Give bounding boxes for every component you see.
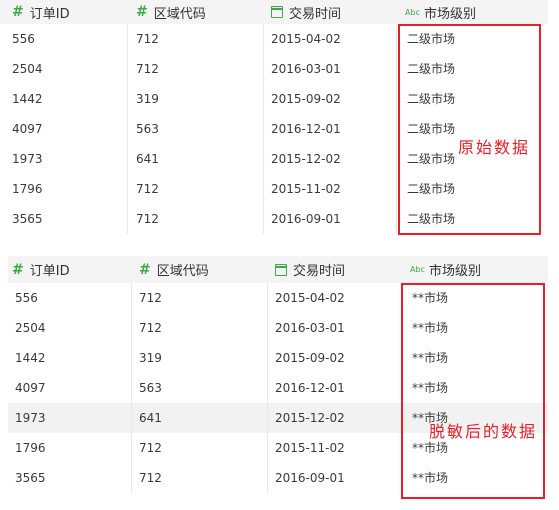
number-icon: # <box>139 261 151 278</box>
cell-trade-time: 2015-09-02 <box>271 92 341 106</box>
column-header-trade-time[interactable]: 交易时间 <box>275 256 345 283</box>
column-header-trade-time[interactable]: 交易时间 <box>271 0 341 24</box>
cell-order-id: 2504 <box>15 321 46 335</box>
cell-trade-time: 2015-11-02 <box>275 441 345 455</box>
number-icon: # <box>12 4 24 20</box>
original-data-annotation: 原始数据 <box>458 138 531 157</box>
column-divider <box>263 24 264 234</box>
column-label: 市场级别 <box>423 6 476 22</box>
column-label: 区域代码 <box>153 6 206 22</box>
cell-region-code: 712 <box>139 471 162 485</box>
text-abc-icon: Abc <box>410 265 425 274</box>
cell-region-code: 563 <box>136 122 159 136</box>
column-divider <box>267 283 268 493</box>
cell-trade-time: 2015-11-02 <box>271 182 341 196</box>
column-header-market-level[interactable]: Abc 市场级别 <box>405 0 476 24</box>
cell-order-id: 1796 <box>12 182 43 196</box>
cell-trade-time: 2016-09-01 <box>271 212 341 226</box>
cell-order-id: 556 <box>12 32 35 46</box>
column-header-region-code[interactable]: # 区域代码 <box>136 0 206 24</box>
cell-order-id: 556 <box>15 291 38 305</box>
text-abc-icon: Abc <box>405 7 420 17</box>
cell-order-id: 1442 <box>15 351 46 365</box>
column-label: 交易时间 <box>293 264 346 279</box>
number-icon: # <box>12 261 24 278</box>
column-header-region-code[interactable]: # 区域代码 <box>139 256 209 283</box>
number-icon: # <box>136 4 148 20</box>
cell-region-code: 712 <box>136 62 159 76</box>
cell-region-code: 712 <box>139 441 162 455</box>
calendar-icon <box>271 6 283 18</box>
cell-region-code: 712 <box>136 212 159 226</box>
cell-trade-time: 2016-03-01 <box>271 62 341 76</box>
cell-region-code: 319 <box>136 92 159 106</box>
cell-order-id: 1973 <box>12 152 43 166</box>
cell-region-code: 712 <box>136 182 159 196</box>
masked-table-header: # 订单ID # 区域代码 交易时间 Abc 市场级别 <box>8 256 548 283</box>
cell-trade-time: 2015-12-02 <box>275 411 345 425</box>
column-header-market-level[interactable]: Abc 市场级别 <box>410 256 481 283</box>
original-table-header: # 订单ID # 区域代码 交易时间 Abc 市场级别 <box>0 0 548 24</box>
column-label: 区域代码 <box>156 264 209 279</box>
cell-region-code: 563 <box>139 381 162 395</box>
cell-order-id: 3565 <box>12 212 43 226</box>
cell-trade-time: 2015-04-02 <box>275 291 345 305</box>
cell-order-id: 1442 <box>12 92 43 106</box>
column-header-order-id[interactable]: # 订单ID <box>12 0 70 24</box>
cell-trade-time: 2016-12-01 <box>275 381 345 395</box>
cell-order-id: 4097 <box>12 122 43 136</box>
cell-order-id: 3565 <box>15 471 46 485</box>
cell-order-id: 4097 <box>15 381 46 395</box>
cell-trade-time: 2015-12-02 <box>271 152 341 166</box>
cell-trade-time: 2016-12-01 <box>271 122 341 136</box>
masked-data-annotation: 脱敏后的数据 <box>429 422 538 441</box>
cell-order-id: 2504 <box>12 62 43 76</box>
cell-trade-time: 2016-03-01 <box>275 321 345 335</box>
cell-trade-time: 2015-04-02 <box>271 32 341 46</box>
column-label: 订单ID <box>29 264 70 279</box>
cell-trade-time: 2015-09-02 <box>275 351 345 365</box>
cell-region-code: 641 <box>136 152 159 166</box>
cell-order-id: 1973 <box>15 411 46 425</box>
column-divider <box>396 24 397 234</box>
original-market-level-highlight-box <box>398 24 541 235</box>
column-divider <box>131 283 132 493</box>
column-label: 市场级别 <box>428 264 481 279</box>
column-label: 订单ID <box>29 6 70 22</box>
masked-market-level-highlight-box <box>401 283 545 499</box>
column-header-order-id[interactable]: # 订单ID <box>12 256 70 283</box>
cell-region-code: 712 <box>139 321 162 335</box>
calendar-icon <box>275 263 287 276</box>
cell-region-code: 712 <box>136 32 159 46</box>
cell-region-code: 319 <box>139 351 162 365</box>
column-label: 交易时间 <box>289 6 342 22</box>
cell-order-id: 1796 <box>15 441 46 455</box>
cell-trade-time: 2016-09-01 <box>275 471 345 485</box>
cell-region-code: 641 <box>139 411 162 425</box>
column-divider <box>127 24 128 234</box>
cell-region-code: 712 <box>139 291 162 305</box>
